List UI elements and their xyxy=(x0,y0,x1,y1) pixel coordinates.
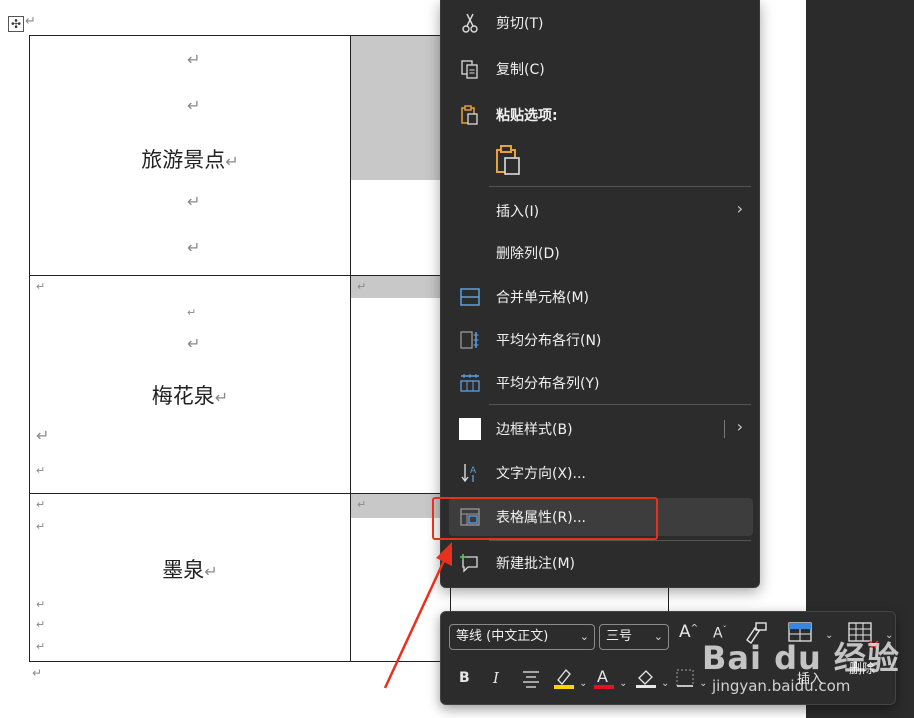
chevron-down-icon[interactable]: ⌄ xyxy=(885,630,893,641)
chevron-down-icon[interactable]: ⌄ xyxy=(825,630,833,641)
align-center-icon[interactable] xyxy=(521,668,541,693)
font-size-select[interactable]: 三号 ⌄ xyxy=(599,624,669,650)
font-name-select[interactable]: 等线 (中文正文) ⌄ xyxy=(449,624,595,650)
italic-button[interactable]: I xyxy=(493,669,499,687)
delete-x-icon: ✕ xyxy=(867,636,881,655)
chevron-down-icon[interactable]: ⌄ xyxy=(619,678,627,689)
shrink-font-label: A xyxy=(713,625,723,642)
table-styles-icon[interactable] xyxy=(787,620,817,651)
caret-down-icon: ˇ xyxy=(722,625,727,634)
chevron-down-icon: ⌄ xyxy=(653,630,663,643)
shading-icon[interactable] xyxy=(635,666,657,695)
insert-label[interactable]: 插入 xyxy=(797,668,823,687)
font-name-value: 等线 (中文正文) xyxy=(456,629,549,644)
chevron-down-icon[interactable]: ⌄ xyxy=(661,678,669,689)
borders-icon[interactable] xyxy=(675,668,697,695)
chevron-down-icon[interactable]: ⌄ xyxy=(699,678,707,689)
grow-font-label: A xyxy=(679,622,691,642)
delete-label[interactable]: 删除 xyxy=(849,658,875,677)
grow-font-button[interactable]: A^ xyxy=(679,622,698,642)
svg-text:A: A xyxy=(597,667,608,686)
shrink-font-button[interactable]: Aˇ xyxy=(713,625,727,642)
chevron-down-icon: ⌄ xyxy=(579,630,589,643)
bold-button[interactable]: B xyxy=(459,670,470,686)
mini-toolbar: 等线 (中文正文) ⌄ 三号 ⌄ A^ Aˇ ⌄ ⌄ B I ⌄ A ⌄ ⌄ ⌄… xyxy=(440,611,896,705)
format-painter-icon[interactable] xyxy=(743,620,769,651)
caret-up-icon: ^ xyxy=(690,623,699,634)
font-color-icon[interactable]: A xyxy=(593,666,615,695)
font-size-value: 三号 xyxy=(606,629,633,644)
chevron-down-icon[interactable]: ⌄ xyxy=(579,678,587,689)
highlight-color-icon[interactable] xyxy=(553,666,575,695)
